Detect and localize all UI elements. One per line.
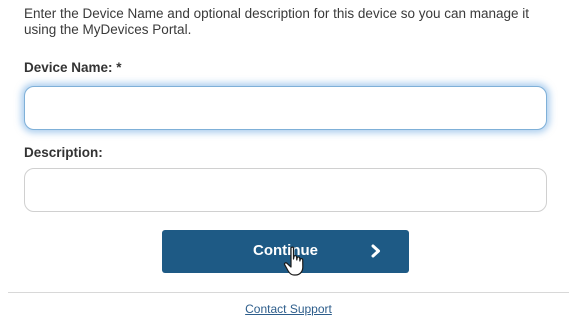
- contact-support-link[interactable]: Contact Support: [0, 302, 577, 316]
- chevron-right-icon: [371, 244, 380, 258]
- description-label: Description:: [24, 145, 103, 160]
- footer-divider: [8, 292, 569, 293]
- description-input[interactable]: [24, 168, 547, 212]
- device-name-input[interactable]: [24, 86, 547, 130]
- instructions-text: Enter the Device Name and optional descr…: [24, 6, 530, 37]
- device-name-label: Device Name: *: [24, 60, 122, 75]
- continue-button[interactable]: Continue: [162, 230, 409, 273]
